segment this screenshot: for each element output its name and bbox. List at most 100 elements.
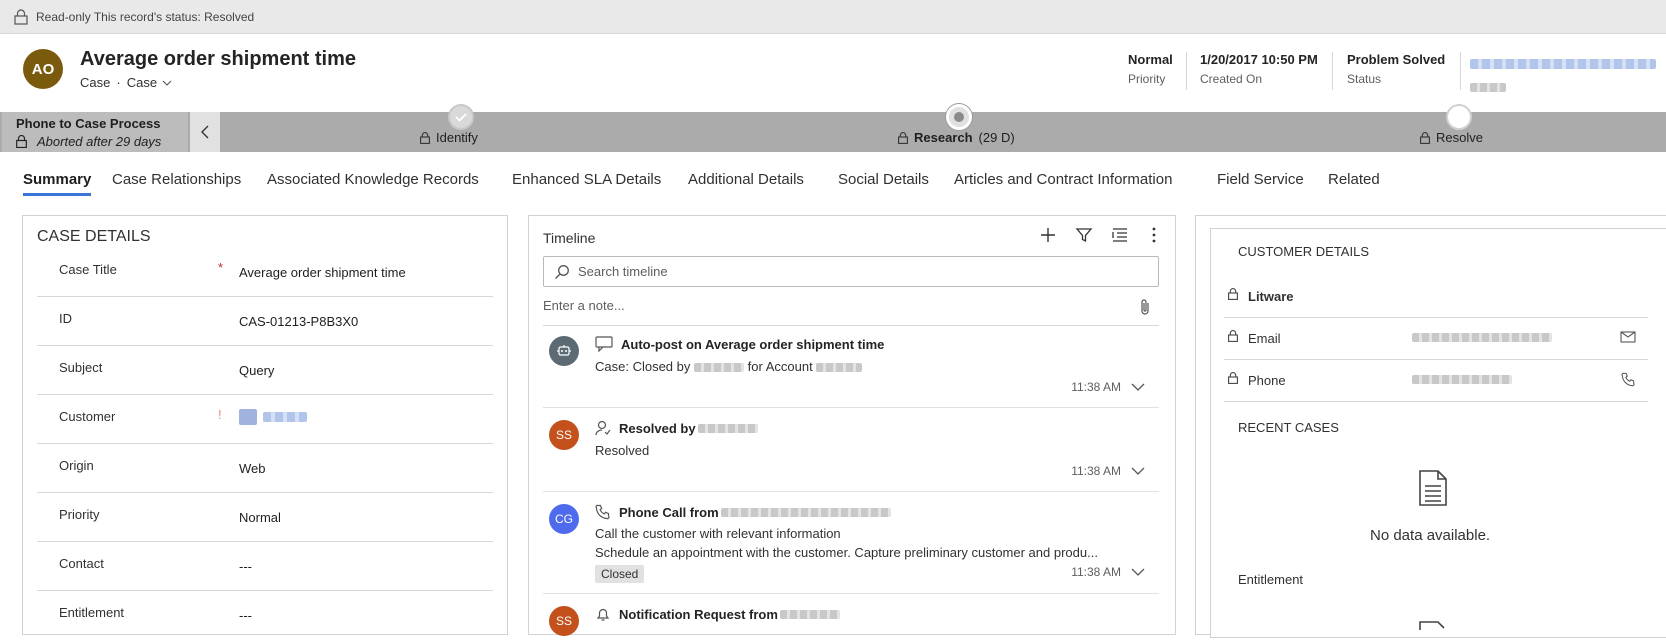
attachment-icon[interactable]: [1139, 298, 1151, 316]
stage-research[interactable]: Research (29 D): [898, 104, 1068, 152]
header-divider: [1460, 52, 1461, 90]
timeline-item-title: Notification Request from: [619, 606, 778, 622]
bot-icon: [556, 343, 572, 359]
process-info[interactable]: Phone to Case Process Aborted after 29 d…: [2, 112, 188, 152]
header-owner[interactable]: [1470, 56, 1656, 94]
bot-avatar: [549, 336, 579, 366]
note-input[interactable]: Enter a note...: [543, 298, 1159, 326]
field-label: Entitlement: [59, 605, 125, 620]
field-subject[interactable]: Subject Query: [37, 346, 493, 395]
tab-articles-contract-information[interactable]: Articles and Contract Information: [954, 171, 1172, 188]
field-priority[interactable]: Priority Normal: [37, 493, 493, 542]
entitlement-heading: Entitlement: [1238, 572, 1304, 587]
header-divider: [1186, 52, 1187, 90]
required-marker: *: [218, 260, 224, 275]
separator-dot: ·: [116, 75, 121, 90]
field-contact[interactable]: Contact ---: [37, 542, 493, 591]
field-customer[interactable]: Customer !: [37, 395, 493, 444]
pending-stage-icon: [1446, 104, 1472, 130]
tab-case-relationships[interactable]: Case Relationships: [112, 171, 241, 188]
timeline-title: Timeline: [543, 230, 596, 246]
timeline-item-notification[interactable]: SS Notification Request from: [543, 598, 1159, 638]
form-tabs: Summary Case Relationships Associated Kn…: [0, 163, 1666, 199]
field-value: ---: [239, 608, 252, 623]
field-entitlement[interactable]: Entitlement ---: [37, 591, 493, 640]
document-icon: [1418, 620, 1448, 630]
customer-details-heading: CUSTOMER DETAILS: [1238, 244, 1369, 259]
chevron-down-icon[interactable]: [1131, 568, 1145, 576]
timestamp: 11:38 AM: [1071, 565, 1121, 579]
header-divider: [1332, 52, 1333, 90]
header-status: Problem Solved Status: [1347, 52, 1445, 86]
phone-icon[interactable]: [1621, 372, 1636, 387]
owner-link-redacted[interactable]: [1470, 59, 1656, 69]
resolved-case-icon: [595, 420, 611, 436]
lock-icon: [1228, 330, 1238, 342]
field-label: Customer: [59, 409, 116, 424]
field-label: Contact: [59, 556, 104, 571]
field-value: Normal: [239, 510, 281, 525]
customer-email-row[interactable]: Email: [1224, 318, 1648, 360]
lock-icon: [1420, 131, 1430, 144]
timeline-item-resolved[interactable]: SS Resolved by Resolved 11:38 AM: [543, 412, 1159, 492]
line-text: Case: Closed by: [595, 359, 691, 374]
stage-resolve[interactable]: Resolve: [1420, 104, 1520, 152]
send-email-icon[interactable]: [1620, 330, 1636, 344]
filter-icon[interactable]: [1075, 226, 1093, 244]
stage-identify[interactable]: Identify: [420, 104, 520, 152]
timeline-search-box[interactable]: [543, 256, 1159, 287]
process-name: Phone to Case Process: [16, 116, 161, 131]
field-label: Case Title: [59, 262, 117, 277]
readonly-notification-bar: Read-only This record's status: Resolved: [0, 0, 1666, 34]
tab-related[interactable]: Related: [1328, 171, 1380, 188]
field-id[interactable]: ID CAS-01213-P8B3X0: [37, 297, 493, 346]
lock-icon: [1228, 372, 1238, 384]
tab-enhanced-sla-details[interactable]: Enhanced SLA Details: [512, 171, 661, 188]
tab-summary[interactable]: Summary: [23, 171, 92, 196]
timeline-item-line: Call the customer with relevant informat…: [595, 526, 841, 541]
customer-account-name[interactable]: Litware: [1248, 289, 1294, 304]
owner-label-redacted: [1470, 82, 1506, 92]
timeline-item-title: Phone Call from: [619, 504, 719, 520]
redacted-name: [694, 363, 745, 373]
post-icon: [595, 336, 613, 352]
timeline-item-line: Schedule an appointment with the custome…: [595, 545, 1098, 560]
lock-icon: [420, 131, 430, 144]
customer-account-row[interactable]: Litware: [1224, 276, 1648, 318]
more-options-icon[interactable]: [1147, 226, 1161, 244]
timeline-search-input[interactable]: [578, 264, 1138, 279]
field-value: Web: [239, 461, 266, 476]
timeline-item-autopost[interactable]: Auto-post on Average order shipment time…: [543, 328, 1159, 408]
created-on-value: 1/20/2017 10:50 PM: [1200, 52, 1318, 67]
tab-field-service[interactable]: Field Service: [1217, 171, 1304, 188]
lock-icon: [16, 135, 27, 148]
customer-lookup[interactable]: [239, 409, 307, 425]
tab-social-details[interactable]: Social Details: [838, 171, 929, 188]
chevron-down-icon: [162, 80, 172, 86]
record-subtitle: Case · Case: [80, 75, 172, 90]
tab-associated-knowledge-records[interactable]: Associated Knowledge Records: [267, 171, 479, 188]
field-origin[interactable]: Origin Web: [37, 444, 493, 493]
section-heading: CASE DETAILS: [37, 228, 151, 245]
tab-additional-details[interactable]: Additional Details: [688, 171, 804, 188]
add-icon[interactable]: [1039, 226, 1057, 244]
field-value: ---: [239, 559, 252, 574]
timeline-item-phone-call[interactable]: CG Phone Call from Call the customer wit…: [543, 496, 1159, 594]
customer-phone-row[interactable]: Phone: [1224, 360, 1648, 402]
chevron-down-icon[interactable]: [1131, 383, 1145, 391]
expand-collapse-icon[interactable]: [1111, 226, 1129, 244]
chevron-down-icon[interactable]: [1131, 467, 1145, 475]
timeline-item-line: Case: Closed by for Account: [595, 359, 863, 374]
customer-link-redacted[interactable]: [263, 412, 307, 422]
bell-icon: [595, 606, 611, 622]
form-selector[interactable]: Case: [127, 75, 172, 90]
form-name: Case: [126, 75, 158, 90]
lock-icon: [1228, 288, 1238, 300]
field-case-title[interactable]: Case Title * Average order shipment time: [37, 248, 493, 297]
field-value: Query: [239, 363, 275, 378]
customer-icon-redacted: [239, 409, 257, 425]
collapse-process-button[interactable]: [190, 112, 220, 152]
completed-stage-icon: [448, 104, 474, 130]
process-status: Aborted after 29 days: [37, 134, 162, 149]
timestamp: 11:38 AM: [1071, 380, 1121, 394]
